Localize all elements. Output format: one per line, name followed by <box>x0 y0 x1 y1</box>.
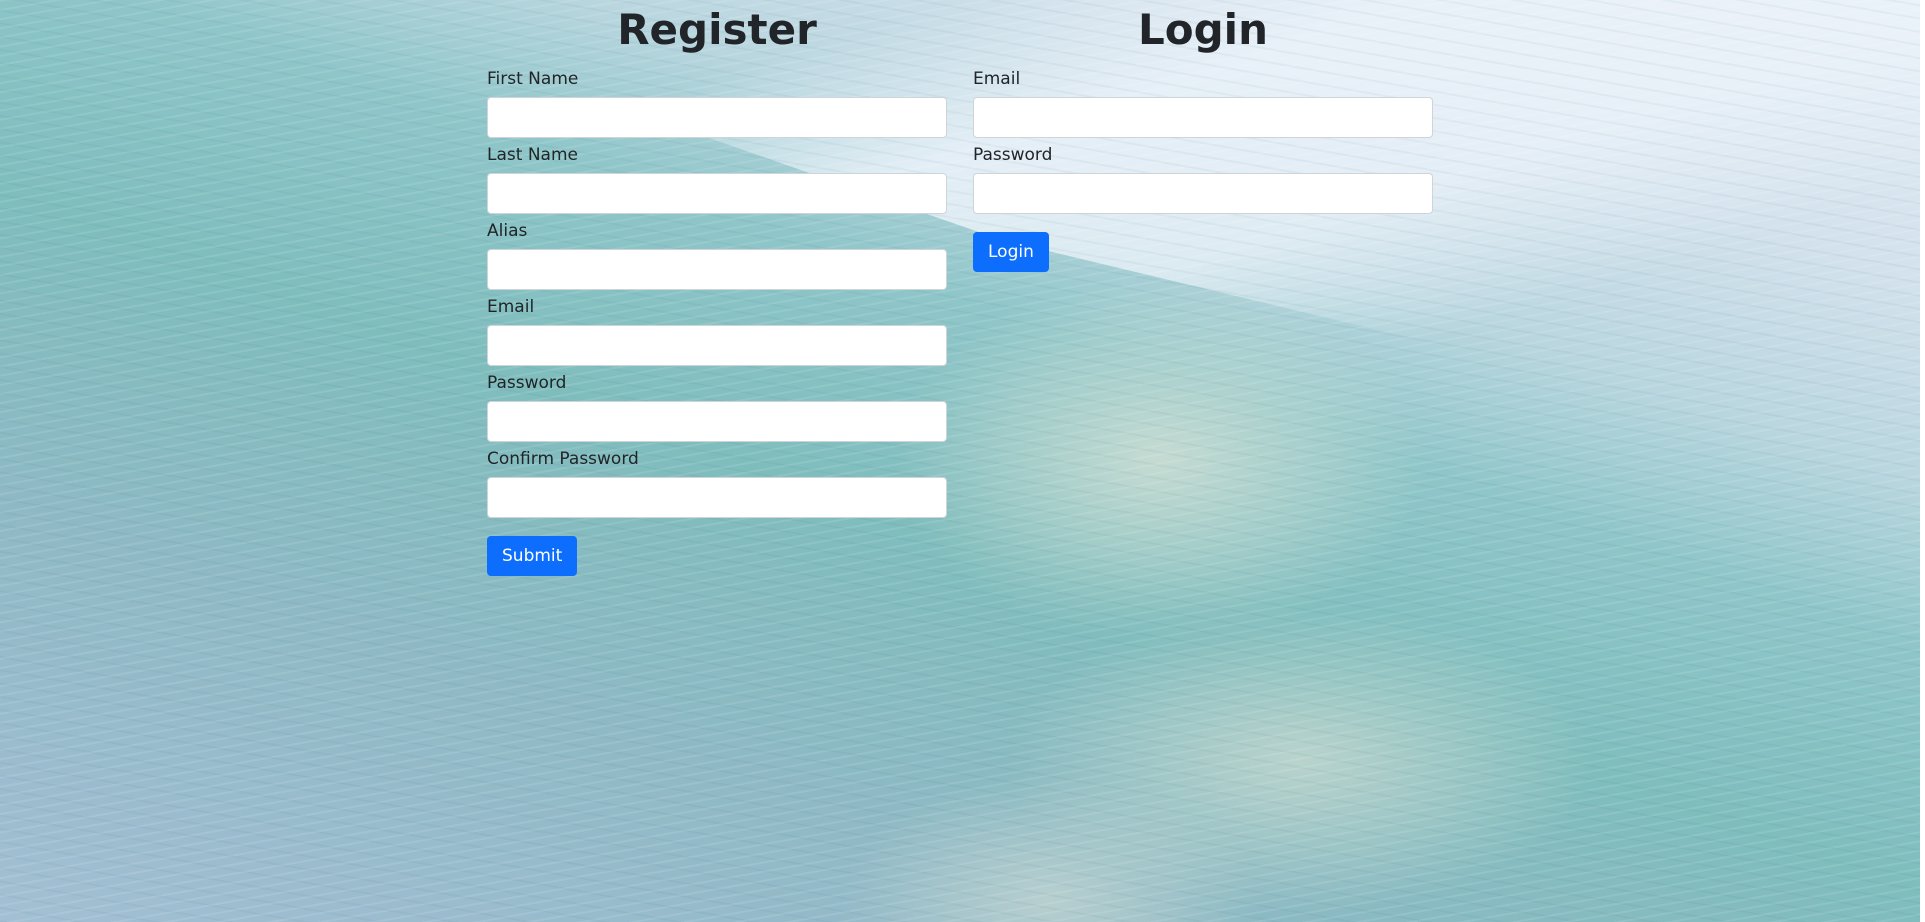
alias-group: Alias <box>487 220 947 290</box>
login-password-group: Password <box>973 144 1433 214</box>
login-email-label: Email <box>973 69 1021 89</box>
submit-button[interactable]: Submit <box>487 536 578 576</box>
first-name-group: First Name <box>487 68 947 138</box>
last-name-group: Last Name <box>487 144 947 214</box>
login-form: Login Email Password Login <box>973 0 1433 576</box>
login-email-group: Email <box>973 68 1433 138</box>
register-email-group: Email <box>487 296 947 366</box>
confirm-password-label: Confirm Password <box>487 449 639 469</box>
last-name-label: Last Name <box>487 145 578 165</box>
register-password-group: Password <box>487 372 947 442</box>
login-title: Login <box>1138 5 1268 54</box>
forms-container: Register First Name Last Name Alias Emai… <box>487 0 1437 576</box>
first-name-input[interactable] <box>487 97 947 138</box>
register-email-label: Email <box>487 297 535 317</box>
register-title: Register <box>617 5 817 54</box>
login-password-input[interactable] <box>973 173 1433 214</box>
register-email-input[interactable] <box>487 325 947 366</box>
alias-label: Alias <box>487 221 528 241</box>
alias-input[interactable] <box>487 249 947 290</box>
confirm-password-group: Confirm Password <box>487 448 947 518</box>
page-edge <box>1920 0 1925 922</box>
register-password-input[interactable] <box>487 401 947 442</box>
login-button[interactable]: Login <box>973 232 1049 272</box>
last-name-input[interactable] <box>487 173 947 214</box>
login-email-input[interactable] <box>973 97 1433 138</box>
login-password-label: Password <box>973 145 1053 165</box>
register-password-label: Password <box>487 373 567 393</box>
first-name-label: First Name <box>487 69 579 89</box>
register-form: Register First Name Last Name Alias Emai… <box>487 0 947 576</box>
confirm-password-input[interactable] <box>487 477 947 518</box>
